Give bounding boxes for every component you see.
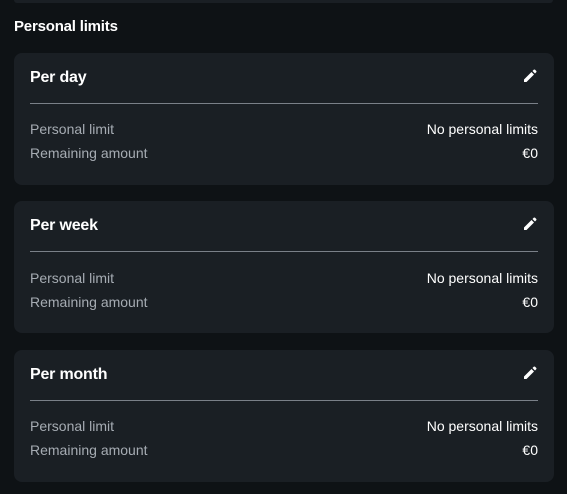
- pencil-icon: [524, 366, 537, 379]
- row-label: Personal limit: [30, 418, 115, 434]
- card-title: Per week: [30, 217, 98, 234]
- limit-card-month: Per month Personal limit No personal lim…: [14, 350, 554, 482]
- remaining-amount-row: Remaining amount €0: [30, 293, 538, 311]
- personal-limit-row: Personal limit No personal limits: [30, 417, 538, 435]
- card-header: Per month: [30, 350, 538, 401]
- row-value: €0: [522, 442, 538, 458]
- row-label: Remaining amount: [30, 294, 148, 310]
- remaining-amount-row: Remaining amount €0: [30, 441, 538, 459]
- edit-week-limit-button[interactable]: [522, 216, 538, 232]
- personal-limit-row: Personal limit No personal limits: [30, 269, 538, 287]
- edit-month-limit-button[interactable]: [522, 365, 538, 381]
- card-title: Per month: [30, 366, 108, 383]
- personal-limit-row: Personal limit No personal limits: [30, 120, 538, 138]
- row-value: No personal limits: [426, 418, 538, 434]
- pencil-icon: [524, 69, 537, 82]
- previous-section-edge: [14, 0, 553, 3]
- row-label: Personal limit: [30, 121, 115, 137]
- card-header: Per week: [30, 201, 538, 252]
- limit-card-week: Per week Personal limit No personal limi…: [14, 201, 554, 333]
- edit-day-limit-button[interactable]: [522, 68, 538, 84]
- limit-card-day: Per day Personal limit No personal limit…: [14, 53, 554, 185]
- row-value: €0: [522, 145, 538, 161]
- pencil-icon: [524, 217, 537, 230]
- row-value: No personal limits: [426, 270, 538, 286]
- remaining-amount-row: Remaining amount €0: [30, 144, 538, 162]
- row-label: Remaining amount: [30, 442, 148, 458]
- row-label: Personal limit: [30, 270, 115, 286]
- row-value: No personal limits: [426, 121, 538, 137]
- row-label: Remaining amount: [30, 145, 148, 161]
- section-title: Personal limits: [14, 18, 118, 35]
- card-title: Per day: [30, 69, 87, 86]
- card-header: Per day: [30, 53, 538, 104]
- row-value: €0: [522, 294, 538, 310]
